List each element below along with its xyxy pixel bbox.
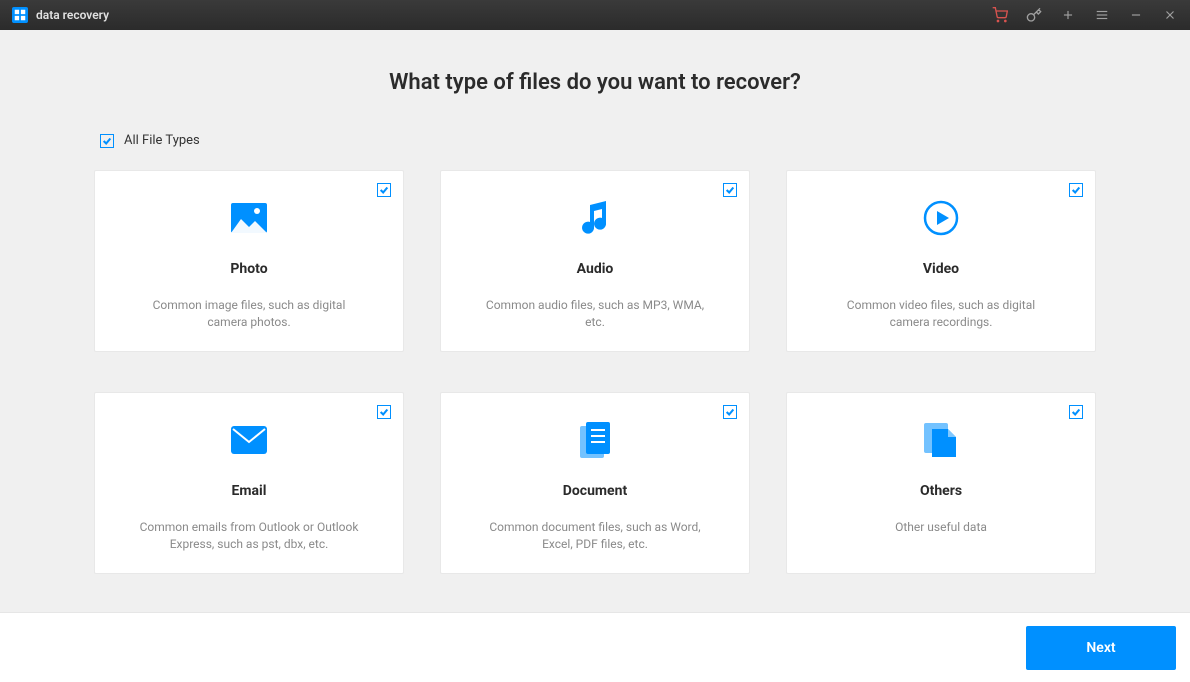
card-checkbox-icon[interactable]	[723, 405, 737, 419]
card-desc: Common emails from Outlook or Outlook Ex…	[115, 519, 383, 554]
file-type-grid: Photo Common image files, such as digita…	[0, 170, 1190, 574]
card-checkbox-icon[interactable]	[1069, 405, 1083, 419]
app-name: data recovery	[36, 8, 109, 22]
card-desc: Common document files, such as Word, Exc…	[461, 519, 729, 554]
card-photo[interactable]: Photo Common image files, such as digita…	[94, 170, 404, 352]
card-title: Photo	[115, 261, 383, 277]
next-button[interactable]: Next	[1026, 626, 1176, 670]
all-file-types-checkbox[interactable]: All File Types	[100, 133, 1190, 148]
app-logo-icon	[12, 7, 28, 23]
card-email[interactable]: Email Common emails from Outlook or Outl…	[94, 392, 404, 574]
key-icon[interactable]	[1026, 7, 1042, 23]
main-panel: What type of files do you want to recove…	[0, 30, 1190, 574]
card-checkbox-icon[interactable]	[377, 183, 391, 197]
card-checkbox-icon[interactable]	[1069, 183, 1083, 197]
titlebar-left: data recovery	[12, 7, 109, 23]
footer-bar: Next	[0, 612, 1190, 682]
card-others[interactable]: Others Other useful data	[786, 392, 1096, 574]
card-checkbox-icon[interactable]	[723, 183, 737, 197]
document-icon	[461, 417, 729, 463]
card-video[interactable]: Video Common video files, such as digita…	[786, 170, 1096, 352]
page-heading: What type of files do you want to recove…	[0, 70, 1190, 95]
audio-icon	[461, 195, 729, 241]
card-audio[interactable]: Audio Common audio files, such as MP3, W…	[440, 170, 750, 352]
close-icon[interactable]	[1162, 7, 1178, 23]
card-desc: Common audio files, such as MP3, WMA, et…	[461, 297, 729, 332]
card-title: Audio	[461, 261, 729, 277]
video-icon	[807, 195, 1075, 241]
card-title: Document	[461, 483, 729, 499]
card-title: Others	[807, 483, 1075, 499]
cart-icon[interactable]	[992, 7, 1008, 23]
checkbox-icon	[100, 134, 114, 148]
titlebar-right	[992, 7, 1178, 23]
card-title: Email	[115, 483, 383, 499]
card-desc: Other useful data	[807, 519, 1075, 536]
email-icon	[115, 417, 383, 463]
minimize-icon[interactable]	[1128, 7, 1144, 23]
photo-icon	[115, 195, 383, 241]
plus-icon[interactable]	[1060, 7, 1076, 23]
card-document[interactable]: Document Common document files, such as …	[440, 392, 750, 574]
all-file-types-label: All File Types	[124, 133, 200, 148]
card-checkbox-icon[interactable]	[377, 405, 391, 419]
card-title: Video	[807, 261, 1075, 277]
card-desc: Common video files, such as digital came…	[807, 297, 1075, 332]
card-desc: Common image files, such as digital came…	[115, 297, 383, 332]
titlebar: data recovery	[0, 0, 1190, 30]
others-icon	[807, 417, 1075, 463]
menu-icon[interactable]	[1094, 7, 1110, 23]
